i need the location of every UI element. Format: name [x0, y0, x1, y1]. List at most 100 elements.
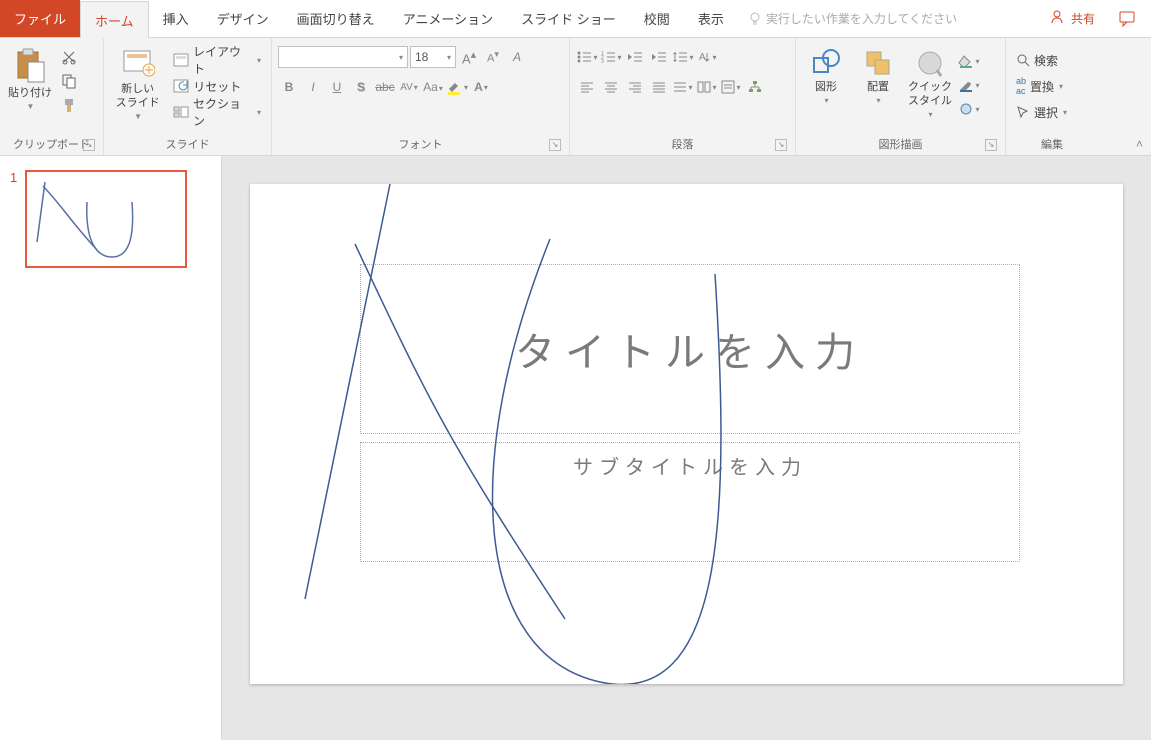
- title-placeholder[interactable]: タイトルを入力: [360, 264, 1020, 434]
- smartart-button[interactable]: [744, 76, 766, 98]
- copy-button[interactable]: [58, 70, 80, 92]
- change-case-button[interactable]: Aa▾: [422, 76, 444, 98]
- line-spacing-button[interactable]: ▾: [672, 46, 694, 68]
- shape-effects-button[interactable]: ▾: [958, 98, 980, 120]
- align-left-button[interactable]: [576, 76, 598, 98]
- replace-button[interactable]: abac 置換▾: [1012, 74, 1071, 98]
- slide-editor[interactable]: タイトルを入力 サブタイトルを入力: [222, 156, 1151, 740]
- outdent-icon: [627, 50, 643, 64]
- char-spacing-button[interactable]: AV▾: [398, 76, 420, 98]
- paragraph-dialog-launcher[interactable]: ↘: [775, 139, 787, 151]
- decrease-indent-button[interactable]: [624, 46, 646, 68]
- bullets-button[interactable]: ▾: [576, 46, 598, 68]
- paste-button[interactable]: 貼り付け ▼: [6, 46, 54, 111]
- tab-insert[interactable]: 挿入: [149, 0, 203, 37]
- tab-slideshow[interactable]: スライド ショー: [507, 0, 630, 37]
- highlight-button[interactable]: ▾: [446, 76, 468, 98]
- font-size-value: 18: [415, 50, 428, 64]
- replace-icon: abac: [1016, 76, 1026, 96]
- group-editing: 検索 abac 置換▾ 選択▾ 編集: [1006, 38, 1098, 155]
- clear-formatting-button[interactable]: A: [506, 46, 528, 68]
- comments-button[interactable]: [1105, 0, 1151, 37]
- tab-home[interactable]: ホーム: [80, 1, 149, 38]
- increase-font-button[interactable]: A▴: [458, 46, 480, 68]
- find-button[interactable]: 検索: [1012, 48, 1071, 72]
- new-slide-button[interactable]: 新しい スライド ▼: [110, 46, 165, 121]
- font-dialog-launcher[interactable]: ↘: [549, 139, 561, 151]
- copy-icon: [61, 73, 77, 89]
- chevron-up-icon: ˄: [1136, 137, 1143, 151]
- tab-review[interactable]: 校閲: [630, 0, 684, 37]
- quick-styles-button[interactable]: クイック スタイル▾: [906, 46, 954, 119]
- decrease-font-button[interactable]: A▾: [482, 46, 504, 68]
- slide-thumbnail-1[interactable]: [25, 170, 187, 268]
- shapes-button[interactable]: 図形▾: [802, 46, 850, 105]
- svg-text:3: 3: [601, 59, 604, 64]
- align-center-button[interactable]: [600, 76, 622, 98]
- increase-indent-button[interactable]: [648, 46, 670, 68]
- slide-thumbnails-panel[interactable]: 1: [0, 156, 222, 740]
- bold-button[interactable]: B: [278, 76, 300, 98]
- drawing-dialog-launcher[interactable]: ↘: [985, 139, 997, 151]
- smartart-icon: [748, 80, 762, 94]
- shadow-button[interactable]: S: [350, 76, 372, 98]
- cut-icon: [61, 49, 77, 65]
- layout-button[interactable]: レイアウト▾: [169, 48, 265, 72]
- share-label: 共有: [1071, 10, 1095, 27]
- strike-button[interactable]: abc: [374, 76, 396, 98]
- group-clipboard: 貼り付け ▼ クリップボード↘: [0, 38, 104, 155]
- font-color-button[interactable]: A▾: [470, 76, 492, 98]
- collapse-ribbon-button[interactable]: ˄: [1136, 137, 1143, 151]
- group-drawing-label: 図形描画: [879, 136, 923, 152]
- thumbnail-number: 1: [10, 170, 17, 268]
- cut-button[interactable]: [58, 46, 80, 68]
- slide-canvas[interactable]: タイトルを入力 サブタイトルを入力: [250, 184, 1123, 684]
- group-drawing: 図形▾ 配置▾ クイック スタイル▾ ▾ ▾ ▾ 図形描画 ↘: [796, 38, 1006, 155]
- chevron-down-icon: ▼: [134, 112, 142, 121]
- align-text-button[interactable]: ▾: [720, 76, 742, 98]
- tell-me[interactable]: 実行したい作業を入力してください: [748, 0, 957, 37]
- tab-file[interactable]: ファイル: [0, 0, 80, 37]
- share-button[interactable]: 共有: [1039, 0, 1105, 37]
- shape-outline-button[interactable]: ▾: [958, 74, 980, 96]
- distribute-button[interactable]: ▾: [672, 76, 694, 98]
- brush-icon: [61, 97, 77, 113]
- clipboard-dialog-launcher[interactable]: ↘: [83, 139, 95, 151]
- font-color-icon: A: [474, 80, 483, 94]
- select-label: 選択: [1034, 104, 1058, 121]
- fill-icon: [958, 54, 974, 68]
- numbering-button[interactable]: 123▾: [600, 46, 622, 68]
- chevron-down-icon: ▼: [27, 102, 35, 111]
- font-size-combo[interactable]: 18▾: [410, 46, 456, 68]
- format-painter-button[interactable]: [58, 94, 80, 116]
- reset-label: リセット: [193, 78, 241, 95]
- underline-button[interactable]: U: [326, 76, 348, 98]
- text-direction-icon: A: [697, 50, 711, 64]
- font-name-combo[interactable]: ▾: [278, 46, 408, 68]
- italic-button[interactable]: I: [302, 76, 324, 98]
- reset-icon: [173, 79, 189, 93]
- section-button[interactable]: セクション▾: [169, 100, 265, 124]
- tab-transitions[interactable]: 画面切り替え: [283, 0, 389, 37]
- text-direction-button[interactable]: A▾: [696, 46, 718, 68]
- tab-view[interactable]: 表示: [684, 0, 738, 37]
- align-text-icon: [721, 80, 735, 94]
- select-button[interactable]: 選択▾: [1012, 100, 1071, 124]
- tell-me-text: 実行したい作業を入力してください: [766, 10, 957, 27]
- justify-icon: [652, 81, 666, 93]
- align-right-button[interactable]: [624, 76, 646, 98]
- arrange-button[interactable]: 配置▾: [854, 46, 902, 105]
- tab-design[interactable]: デザイン: [203, 0, 283, 37]
- shape-fill-button[interactable]: ▾: [958, 50, 980, 72]
- group-paragraph: ▾ 123▾ ▾ A▾ ▾ ▾ ▾ 段落↘: [570, 38, 796, 155]
- highlight-icon: [446, 79, 463, 95]
- tab-animations[interactable]: アニメーション: [389, 0, 507, 37]
- quickstyle-icon: [915, 48, 945, 78]
- columns-button[interactable]: ▾: [696, 76, 718, 98]
- bold-icon: B: [285, 80, 294, 94]
- tab-bar: ファイル ホーム 挿入 デザイン 画面切り替え アニメーション スライド ショー…: [0, 0, 1151, 38]
- paste-icon: [14, 48, 46, 84]
- group-font: ▾ 18▾ A▴ A▾ A B I U S abc AV▾ Aa▾ ▾ A▾ フ…: [272, 38, 570, 155]
- subtitle-placeholder[interactable]: サブタイトルを入力: [360, 442, 1020, 562]
- justify-button[interactable]: [648, 76, 670, 98]
